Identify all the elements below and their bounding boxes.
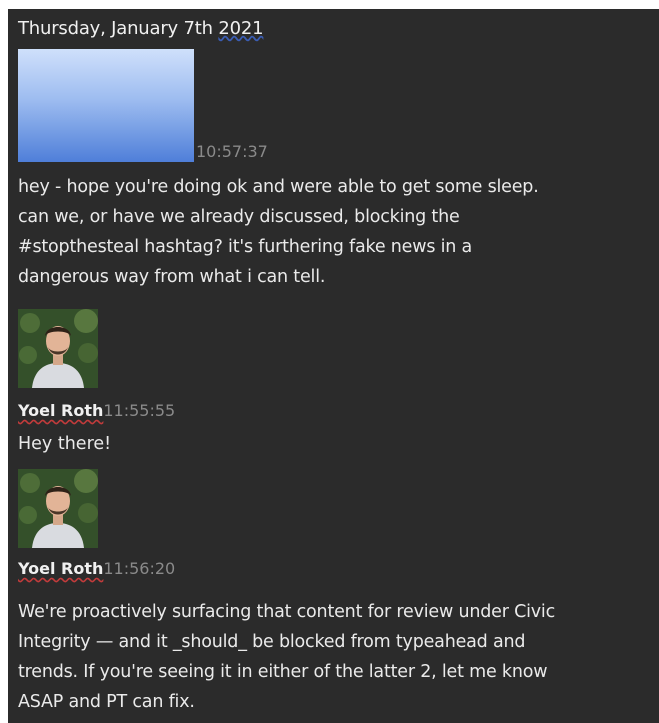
- date-header: Thursday, January 7th 2021: [18, 18, 264, 39]
- person-photo-icon: [18, 309, 98, 388]
- message-line: Integrity — and it _should_ be blocked f…: [18, 632, 526, 652]
- message-body: hey - hope you're doing ok and were able…: [18, 172, 539, 292]
- redacted-avatar: [18, 49, 194, 162]
- message-timestamp: 11:56:20: [103, 559, 176, 578]
- avatar[interactable]: [18, 469, 98, 548]
- message-line: hey - hope you're doing ok and were able…: [18, 177, 539, 197]
- sender-name[interactable]: Yoel Roth: [18, 401, 103, 420]
- message-line: #stopthesteal hashtag? it's furthering f…: [18, 237, 473, 257]
- message-timestamp: 10:57:37: [196, 142, 268, 161]
- message-timestamp: 11:55:55: [103, 401, 176, 420]
- message-line: trends. If you're seeing it in either of…: [18, 662, 548, 682]
- message-line: dangerous way from what i can tell.: [18, 267, 326, 287]
- sender-line: Yoel Roth11:56:20: [18, 559, 175, 578]
- message-body: Hey there!: [18, 434, 112, 454]
- sender-name[interactable]: Yoel Roth: [18, 559, 103, 578]
- person-photo-icon: [18, 469, 98, 548]
- avatar[interactable]: [18, 309, 98, 388]
- message-line: We're proactively surfacing that content…: [18, 602, 555, 622]
- date-header-year: 2021: [218, 18, 264, 39]
- date-header-text: Thursday, January 7th: [18, 18, 213, 39]
- message-line: can we, or have we already discussed, bl…: [18, 207, 460, 227]
- sender-line: Yoel Roth11:55:55: [18, 401, 175, 420]
- message-line: ASAP and PT can fix.: [18, 692, 195, 712]
- message-body: We're proactively surfacing that content…: [18, 597, 555, 717]
- chat-panel: Thursday, January 7th 2021 10:57:37 hey …: [8, 9, 659, 723]
